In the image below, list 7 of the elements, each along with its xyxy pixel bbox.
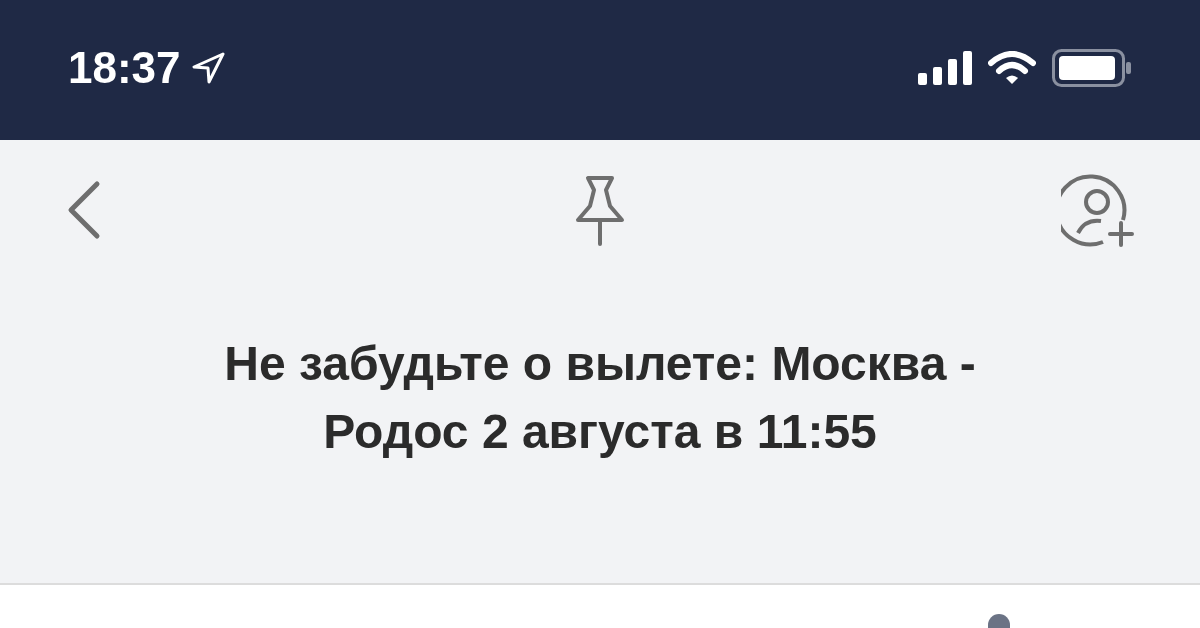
add-contact-button[interactable] [1060,172,1136,248]
wifi-icon [988,51,1036,85]
notification-title: Не забудьте о вылете: Москва - Родос 2 августа в 11:55 [223,336,977,460]
signal-icon [918,51,972,85]
location-arrow-icon [190,51,225,85]
clock-time: 18:37 [68,46,181,90]
battery-icon [1052,49,1132,87]
